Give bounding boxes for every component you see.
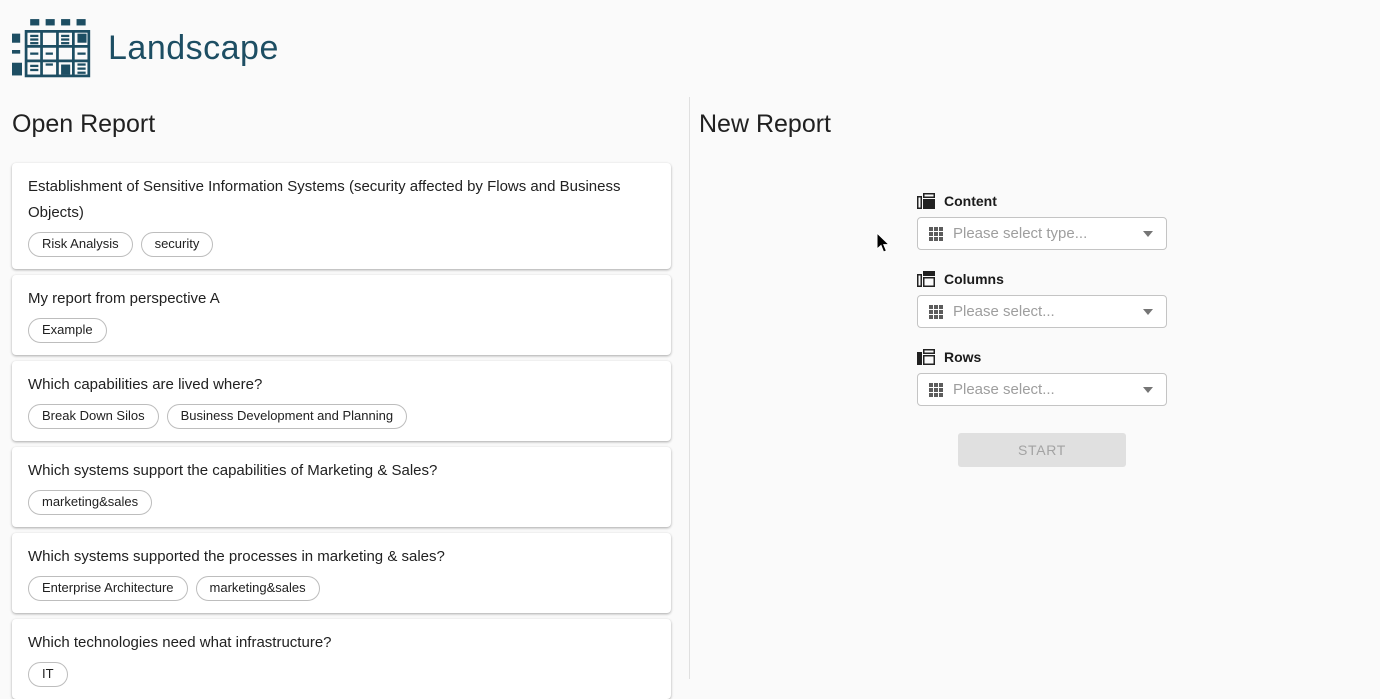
new-report-form: Content Please select type...	[917, 193, 1167, 467]
report-tag: Risk Analysis	[28, 232, 133, 257]
report-card-title: Which systems support the capabilities o…	[28, 458, 655, 484]
report-card-title: Which systems supported the processes in…	[28, 544, 655, 570]
main-content: Open Report Establishment of Sensitive I…	[0, 97, 1380, 679]
rows-select[interactable]: Please select...	[917, 373, 1167, 406]
content-select[interactable]: Please select type...	[917, 217, 1167, 250]
report-tag: Example	[28, 318, 107, 343]
rows-field: Rows Please select...	[917, 349, 1167, 406]
content-layout-icon	[917, 193, 935, 209]
grid-icon	[929, 383, 943, 397]
report-tag: Break Down Silos	[28, 404, 159, 429]
content-select-placeholder: Please select type...	[953, 225, 1143, 242]
report-card-title: Which capabilities are lived where?	[28, 372, 655, 398]
report-tag: IT	[28, 662, 68, 687]
open-report-panel: Open Report Establishment of Sensitive I…	[0, 97, 690, 679]
rows-label-row: Rows	[917, 349, 1167, 365]
columns-label: Columns	[944, 271, 1004, 287]
content-label-row: Content	[917, 193, 1167, 209]
report-card-title: Which technologies need what infrastruct…	[28, 630, 655, 656]
report-tag-row: IT	[28, 662, 655, 687]
report-tag-row: Enterprise Architecture marketing&sales	[28, 576, 655, 601]
columns-select-placeholder: Please select...	[953, 303, 1143, 320]
chevron-down-icon	[1143, 309, 1153, 315]
columns-layout-icon	[917, 271, 935, 287]
report-card[interactable]: My report from perspective A Example	[12, 275, 671, 355]
content-label: Content	[944, 193, 997, 209]
report-card[interactable]: Which capabilities are lived where? Brea…	[12, 361, 671, 441]
report-tag: Enterprise Architecture	[28, 576, 188, 601]
grid-icon	[929, 227, 943, 241]
report-card-title: My report from perspective A	[28, 286, 655, 312]
chevron-down-icon	[1143, 387, 1153, 393]
columns-field: Columns Please select...	[917, 271, 1167, 328]
new-report-title: New Report	[699, 107, 1380, 141]
open-report-title: Open Report	[12, 107, 671, 141]
report-tag-row: Example	[28, 318, 655, 343]
report-card-list: Establishment of Sensitive Information S…	[12, 163, 671, 699]
chevron-down-icon	[1143, 231, 1153, 237]
landscape-logo-icon	[12, 18, 92, 82]
report-card[interactable]: Which systems support the capabilities o…	[12, 447, 671, 527]
grid-icon	[929, 305, 943, 319]
report-tag-row: marketing&sales	[28, 490, 655, 515]
report-card[interactable]: Which systems supported the processes in…	[12, 533, 671, 613]
app-header: Landscape	[0, 0, 1380, 97]
start-button[interactable]: START	[958, 433, 1126, 467]
report-tag: Business Development and Planning	[167, 404, 407, 429]
report-card[interactable]: Which technologies need what infrastruct…	[12, 619, 671, 699]
columns-label-row: Columns	[917, 271, 1167, 287]
report-tag-row: Risk Analysis security	[28, 232, 655, 257]
content-field: Content Please select type...	[917, 193, 1167, 250]
report-tag: marketing&sales	[28, 490, 152, 515]
report-card-title: Establishment of Sensitive Information S…	[28, 174, 655, 226]
report-tag: security	[141, 232, 214, 257]
rows-layout-icon	[917, 349, 935, 365]
report-tag-row: Break Down Silos Business Development an…	[28, 404, 655, 429]
rows-select-placeholder: Please select...	[953, 381, 1143, 398]
new-report-panel: New Report Content Please select typ	[690, 97, 1380, 679]
columns-select[interactable]: Please select...	[917, 295, 1167, 328]
report-tag: marketing&sales	[196, 576, 320, 601]
app-title: Landscape	[108, 29, 279, 68]
report-card[interactable]: Establishment of Sensitive Information S…	[12, 163, 671, 269]
rows-label: Rows	[944, 349, 981, 365]
